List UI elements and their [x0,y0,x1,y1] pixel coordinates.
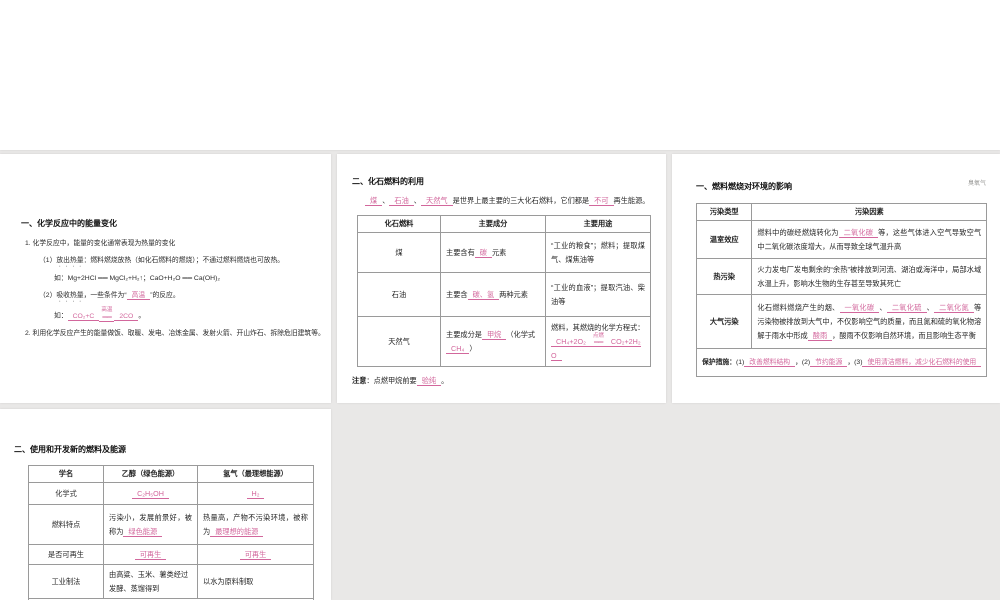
chemical-equation-line: 如：Mg+2HCl ══ MgCl₂+H₂↑；CaO+H₂O ══ Ca(OH)… [54,275,220,282]
note-line: 注意：点燃甲烷前要 验纯。 [352,376,449,386]
table-row-production: 工业制法 由高粱、玉米、薯类经过发酵、蒸馏得到 以水为原料制取 [28,564,314,599]
cell-hydrogen-renewable: 可再生 [197,544,314,565]
cell-petroleum-composition: 主要含 碳、氢 两种元素 [440,272,546,317]
text-line: （2）吸收热量，一些条件为“ 高温 ”的反应。 [39,291,180,300]
row-label-natural-gas: 天然气 [357,316,441,367]
cell-ethanol-renewable: 可再生 [103,544,198,565]
column-header-name: 学名 [28,465,104,483]
cell-hydrogen-formula: H₂ [197,482,314,505]
cell-hydrogen-production: 以水为原料制取 [197,564,314,599]
cell-ethanol-production: 由高粱、玉米、薯类经过发酵、蒸馏得到 [103,564,198,599]
cell-natural-gas-use: 燃料，其燃烧的化学方程式：CH₄+2O₂ 点燃 ══ CO₂+2H₂O [545,316,651,367]
page-blank-top [0,0,1000,150]
table-header-row: 化石燃料 主要成分 主要用途 [357,215,651,233]
row-label-petroleum: 石油 [357,272,441,317]
page-content: 臭氧气 一、燃料燃烧对环境的影响 污染类型 污染因素 温室效应 燃料中的碳经燃烧… [672,154,1000,403]
table-row-renewable: 是否可再生 可再生 可再生 [28,544,314,565]
document-canvas: 一、化学反应中的能量变化 1. 化学反应中，能量的变化通常表现为热量的变化 （1… [0,0,1000,600]
intro-line: 煤、石油、天然气 是世界上最主要的三大化石燃料，它们都是 不可 再生能源。 [365,196,658,206]
table-row-formula: 化学式 C₂H₅OH H₂ [28,482,314,505]
row-label-formula: 化学式 [28,482,104,505]
column-header-use: 主要用途 [545,215,651,233]
cell-protection-measures: 保护措施：(1) 改善燃料结构 ，(2) 节约能源 ，(3) 使用清洁燃料，减少化石燃料的… [695,348,988,377]
cell-natural-gas-composition: 主要成分是 甲烷 （化学式CH₄） [440,316,546,367]
handwritten-annotation: 臭氧气 [967,181,986,187]
table-row-protection: 保护措施：(1) 改善燃料结构 ，(2) 节约能源 ，(3) 使用清洁燃料，减少化石燃料的… [695,348,988,377]
column-header-ethanol: 乙醇（绿色能源） [103,465,198,483]
column-header-pollution-factor: 污染因素 [751,203,988,221]
cell-petroleum-use: “工业的血液”；提取汽油、柴油等 [545,272,651,317]
table-row-coal: 煤 主要含有碳元素 “工业的粮食”；燃料；提取煤气、煤焦油等 [357,232,651,273]
cell-coal-use: “工业的粮食”；燃料；提取煤气、煤焦油等 [545,232,651,273]
cell-ethanol-formula: C₂H₅OH [103,482,198,505]
page-environment-impact: 臭氧气 一、燃料燃烧对环境的影响 污染类型 污染因素 温室效应 燃料中的碳经燃烧… [672,154,1000,403]
row-label-greenhouse: 温室效应 [695,220,753,259]
page-fossil-fuels: 二、化石燃料的利用 煤、石油、天然气 是世界上最主要的三大化石燃料，它们都是 不可再… [337,154,666,403]
table-row-thermal: 热污染 火力发电厂发电剩余的“余热”被排放到河流、湖泊或海洋中，局部水域水温上升… [695,258,988,295]
page-energy-changes: 一、化学反应中的能量变化 1. 化学反应中，能量的变化通常表现为热量的变化 （1… [0,154,331,403]
table-row-petroleum: 石油 主要含 碳、氢 两种元素 “工业的血液”；提取汽油、柴油等 [357,272,651,317]
row-label-features: 燃料特点 [28,504,104,545]
row-label-thermal: 热污染 [695,258,753,295]
table-row-air: 大气污染 化石燃料燃烧产生的烟、 一氧化碳、二氧化硫、二氧化氮 等污染物被排放到大气… [695,294,988,349]
row-label-production: 工业制法 [28,564,104,599]
cell-greenhouse-factor: 燃料中的碳经燃烧转化为 二氧化碳 等，这些气体进入空气导致空气中二氧化碳浓度增大，从… [751,220,988,259]
row-label-renewable: 是否可再生 [28,544,104,565]
row-label-air: 大气污染 [695,294,753,349]
chemical-equation-line: 如： CO₂+C 高温 ══ 2CO。 [54,307,146,322]
cell-coal-composition: 主要含有碳元素 [440,232,546,273]
fossil-fuel-table: 化石燃料 主要成分 主要用途 煤 主要含有碳元素 “工业的粮食”；燃料；提取煤气… [357,215,651,367]
page-content: 一、化学反应中的能量变化 1. 化学反应中，能量的变化通常表现为热量的变化 （1… [0,154,331,339]
column-header-hydrogen: 氢气（最理想能源） [197,465,314,483]
text-line: 2. 利用化学反应产生的能量做饭、取暖、发电、冶炼金属、发射火箭、开山炸石、拆除… [25,330,325,337]
cell-air-factor: 化石燃料燃烧产生的烟、 一氧化碳、二氧化硫、二氧化氮 等污染物被排放到大气中，不仅影… [751,294,988,349]
page-content: 二、使用和开发新的燃料及能源 学名 乙醇（绿色能源） 氢气（最理想能源） 化学式… [0,409,331,600]
section-title-environment: 一、燃料燃烧对环境的影响 [696,182,792,191]
cell-ethanol-features: 污染小，发展前景好，被称为 绿色能源 [103,504,198,545]
text-line: 1. 化学反应中，能量的变化通常表现为热量的变化 [25,240,176,247]
table-row-features: 燃料特点 污染小，发展前景好，被称为 绿色能源 热量高，产物不污染环境，被称为 最理… [28,504,314,545]
cell-thermal-factor: 火力发电厂发电剩余的“余热”被排放到河流、湖泊或海洋中，局部水域水温上升，影响水… [751,258,988,295]
table-row-greenhouse: 温室效应 燃料中的碳经燃烧转化为 二氧化碳 等，这些气体进入空气导致空气中二氧化碳浓… [695,220,988,259]
column-header-fuel: 化石燃料 [357,215,441,233]
section-title-energy: 一、化学反应中的能量变化 [21,219,117,228]
pollution-table: 污染类型 污染因素 温室效应 燃料中的碳经燃烧转化为 二氧化碳 等，这些气体进入空气… [695,203,988,377]
row-label-coal: 煤 [357,232,441,273]
column-header-pollution-type: 污染类型 [695,203,753,221]
text-line: （1）放出热量：燃料燃烧放热（如化石燃料的燃烧）；不通过燃料燃烧也可放热。 [39,256,285,264]
cell-hydrogen-features: 热量高，产物不污染环境，被称为 最理想的能源 [197,504,314,545]
new-fuel-table: 学名 乙醇（绿色能源） 氢气（最理想能源） 化学式 C₂H₅OH H₂ 燃料特点… [28,465,314,600]
page-new-fuels: 二、使用和开发新的燃料及能源 学名 乙醇（绿色能源） 氢气（最理想能源） 化学式… [0,409,331,600]
section-title-fossil: 二、化石燃料的利用 [352,177,424,186]
column-header-composition: 主要成分 [440,215,546,233]
table-row-natural-gas: 天然气 主要成分是 甲烷 （化学式CH₄） 燃料，其燃烧的化学方程式：CH₄+2O₂… [357,316,651,367]
table-header-row: 污染类型 污染因素 [695,203,988,221]
page-content: 二、化石燃料的利用 煤、石油、天然气 是世界上最主要的三大化石燃料，它们都是 不可再… [337,154,666,386]
table-header-row: 学名 乙醇（绿色能源） 氢气（最理想能源） [28,465,314,483]
section-title-new-fuels: 二、使用和开发新的燃料及能源 [14,445,126,454]
